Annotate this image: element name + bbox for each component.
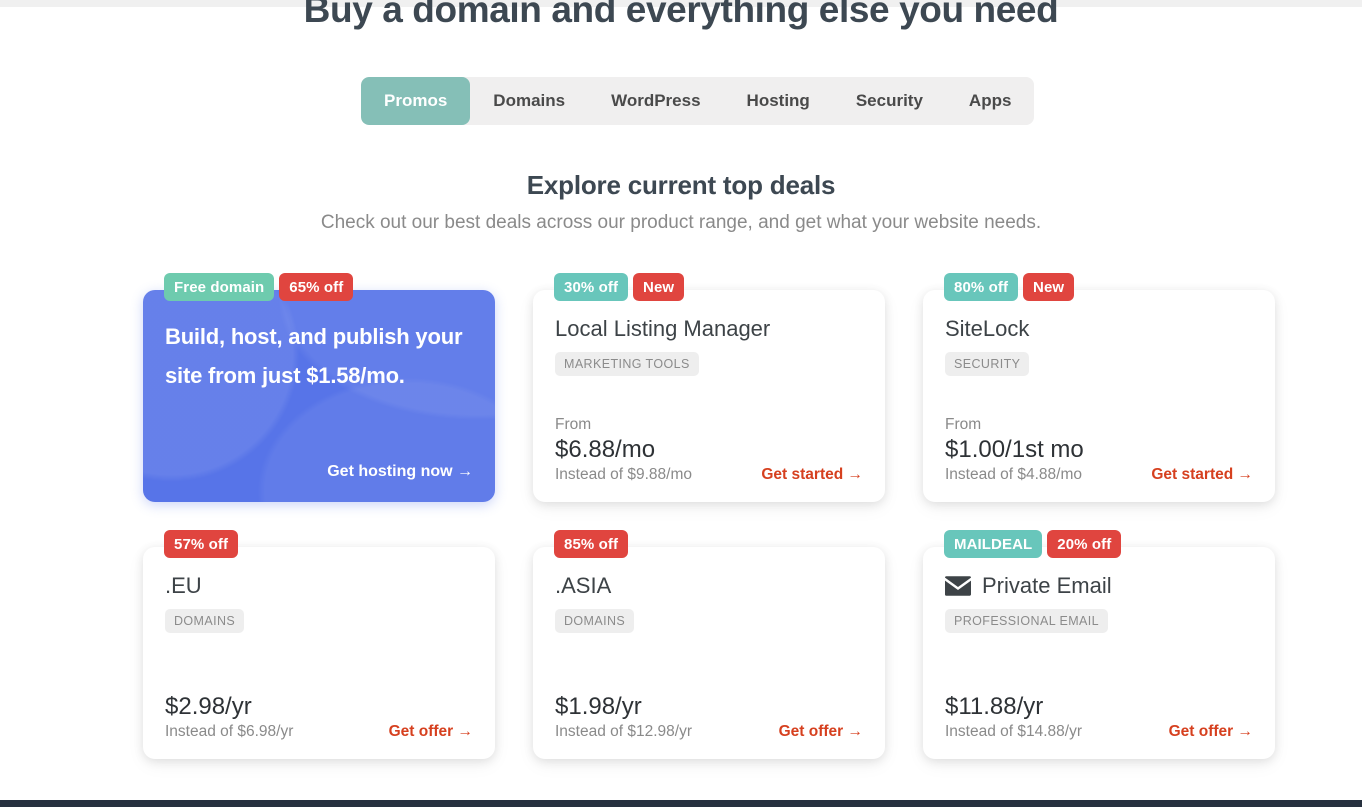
badge-group: 80% off New <box>944 273 1075 301</box>
card-title: Private Email <box>982 573 1112 598</box>
price: $11.88/yr <box>945 693 1044 721</box>
original-price: Instead of $9.88/mo <box>555 466 693 483</box>
badge: 20% off <box>1047 530 1122 558</box>
original-price: Instead of $14.88/yr <box>945 723 1083 740</box>
from-label: From <box>945 415 982 433</box>
deal-card-wrapper: MAILDEAL 20% off Private Email PROFESSIONAL… <box>923 530 1275 759</box>
card-title-row: Local Listing Manager <box>555 318 863 340</box>
deal-card-wrapper: 80% off New SiteLock SECURITY From $1.00/1st … <box>923 273 1275 502</box>
deals-grid: Free domain 65% off Build, host, and publi… <box>143 273 1275 759</box>
tab-label: Promos <box>384 91 448 110</box>
badge: 30% off <box>554 273 629 301</box>
promo-page: Buy a domain and everything else you nee… <box>0 0 1362 807</box>
category-tag: MARKETING TOOLS <box>555 352 699 376</box>
tab-label: Apps <box>968 91 1012 110</box>
tab-security[interactable]: Security <box>833 77 946 125</box>
badge: 80% off <box>944 273 1019 301</box>
tab-label: Hosting <box>746 91 810 110</box>
badge: 85% off <box>554 530 629 558</box>
hero-headline: Build, host, and publish your site from … <box>165 324 463 388</box>
badge-group: 30% off New <box>554 273 685 301</box>
deal-card[interactable]: Local Listing Manager MARKETING TOOLS From… <box>533 290 885 502</box>
section-subtitle: Check out our best deals across our prod… <box>320 212 1042 233</box>
price: $6.88/mo <box>555 436 656 464</box>
card-title: SiteLock <box>945 316 1030 341</box>
deal-card[interactable]: Private Email PROFESSIONAL EMAIL $11.88/yr… <box>923 547 1275 759</box>
deal-card[interactable]: .EU DOMAINS $2.98/yr Instead of $6.98/yr Get… <box>143 547 495 759</box>
card-title-row: Private Email <box>945 575 1253 597</box>
original-price: Instead of $4.88/mo <box>945 466 1083 483</box>
category-tag: DOMAINS <box>555 609 635 633</box>
price: $1.00/1st mo <box>945 436 1084 464</box>
card-title-row: SiteLock <box>945 318 1253 340</box>
card-title-row: .EU <box>165 575 473 597</box>
badge: 65% off <box>279 273 354 301</box>
tab-domains[interactable]: Domains <box>470 77 588 125</box>
tab-hosting[interactable]: Hosting <box>724 77 833 125</box>
from-label: From <box>555 415 592 433</box>
offer-cta-link[interactable]: Get offer → <box>1169 723 1253 741</box>
page-title: Buy a domain and everything else you nee… <box>303 0 1059 30</box>
deal-card-wrapper: Free domain 65% off Build, host, and publi… <box>143 273 495 502</box>
card-title-row: .ASIA <box>555 575 863 597</box>
badge: 57% off <box>164 530 239 558</box>
card-title: .ASIA <box>555 573 612 598</box>
price: $1.98/yr <box>555 693 642 721</box>
deal-card[interactable]: SiteLock SECURITY From $1.00/1st mo Instead … <box>923 290 1275 502</box>
tab-promos[interactable]: Promos <box>361 77 471 125</box>
category-tabbar: Promos Domains WordPress Hosting Security App… <box>361 77 1035 125</box>
price: $2.98/yr <box>165 693 252 721</box>
price-footer-row: Instead of $9.88/mo Get started → <box>555 466 863 484</box>
badge-group: 57% off <box>164 530 239 558</box>
badge: MAILDEAL <box>944 530 1043 558</box>
original-price: Instead of $12.98/yr <box>555 723 693 740</box>
tab-label: WordPress <box>611 91 701 110</box>
pricing-block: $11.88/yr Instead of $14.88/yr Get offer → <box>945 693 1253 741</box>
original-price: Instead of $6.98/yr <box>165 723 294 740</box>
bottom-bar <box>0 800 1362 807</box>
pricing-block: $1.98/yr Instead of $12.98/yr Get offer → <box>555 693 863 741</box>
offer-cta-link[interactable]: Get offer → <box>779 723 863 741</box>
offer-cta-link[interactable]: Get offer → <box>389 723 473 741</box>
deal-card[interactable]: .ASIA DOMAINS $1.98/yr Instead of $12.98/yr… <box>533 547 885 759</box>
deal-card-wrapper: 30% off New Local Listing Manager MARKETING… <box>533 273 885 502</box>
get-hosting-now-link[interactable]: Get hosting now → <box>327 463 473 481</box>
category-tag: SECURITY <box>945 352 1030 376</box>
card-title: .EU <box>165 573 202 598</box>
badge-group: MAILDEAL 20% off <box>944 530 1122 558</box>
envelope-icon <box>945 576 971 596</box>
badge: New <box>1023 273 1075 301</box>
tab-label: Security <box>855 91 923 110</box>
section-title: Explore current top deals <box>526 170 836 200</box>
price-footer-row: Instead of $4.88/mo Get started → <box>945 466 1253 484</box>
pricing-block: From $1.00/1st mo Instead of $4.88/mo Get s… <box>945 415 1253 484</box>
deal-card-wrapper: 57% off .EU DOMAINS $2.98/yr Instead of $6.9… <box>143 530 495 759</box>
badge: Free domain <box>164 273 275 301</box>
pricing-block: From $6.88/mo Instead of $9.88/mo Get start… <box>555 415 863 484</box>
category-tag: DOMAINS <box>165 609 245 633</box>
hero-promo-card[interactable]: Build, host, and publish your site from … <box>143 290 495 502</box>
badge-group: 85% off <box>554 530 629 558</box>
tab-label: Domains <box>493 91 566 110</box>
deal-card-wrapper: 85% off .ASIA DOMAINS $1.98/yr Instead of $1… <box>533 530 885 759</box>
pricing-block: $2.98/yr Instead of $6.98/yr Get offer → <box>165 693 473 741</box>
badge-group: Free domain 65% off <box>164 273 354 301</box>
tab-apps[interactable]: Apps <box>946 77 1035 125</box>
offer-cta-link[interactable]: Get started → <box>761 466 863 484</box>
tab-wordpress[interactable]: WordPress <box>588 77 723 125</box>
badge: New <box>633 273 685 301</box>
card-title: Local Listing Manager <box>555 316 771 341</box>
price-footer-row: Instead of $6.98/yr Get offer → <box>165 723 473 741</box>
category-tag: PROFESSIONAL EMAIL <box>945 609 1108 633</box>
price-footer-row: Instead of $12.98/yr Get offer → <box>555 723 863 741</box>
offer-cta-link[interactable]: Get started → <box>1151 466 1253 484</box>
price-footer-row: Instead of $14.88/yr Get offer → <box>945 723 1253 741</box>
